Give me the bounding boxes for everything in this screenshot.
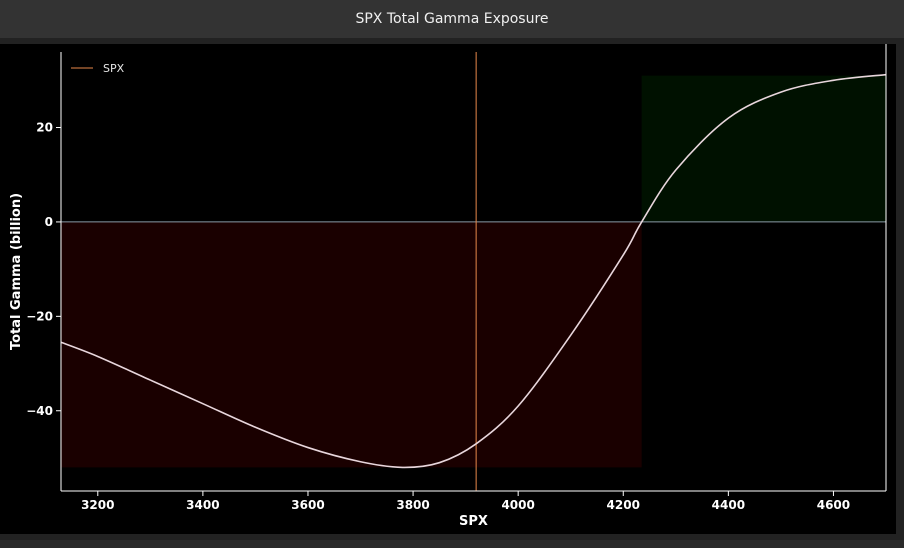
x-tick-label: 3600 — [291, 498, 324, 512]
shaded-regions — [61, 75, 886, 468]
x-tick-label: 4000 — [501, 498, 534, 512]
shaded-region-positive — [641, 75, 886, 222]
x-tick-label: 3800 — [396, 498, 429, 512]
gamma-chart: 3200 3400 3600 3800 4000 4200 4400 4600 −40 −20 0… — [9, 44, 887, 529]
x-ticks: 3200 3400 3600 3800 4000 4200 4400 4600 — [81, 491, 850, 512]
bottom-border — [0, 540, 904, 548]
y-tick-label: −20 — [26, 309, 53, 323]
x-tick-label: 3200 — [81, 498, 114, 512]
legend: SPX — [71, 62, 125, 75]
x-tick-label: 4400 — [712, 498, 745, 512]
plot-frame: 3200 3400 3600 3800 4000 4200 4400 4600 −40 −20 0… — [0, 44, 896, 534]
x-tick-label: 4200 — [607, 498, 640, 512]
y-axis-label: Total Gamma (billion) — [9, 193, 24, 350]
y-ticks: −40 −20 0 20 — [26, 121, 61, 418]
x-axis-label: SPX — [459, 514, 488, 529]
chart-window: SPX Total Gamma Exposure 3200 3400 3600 380… — [0, 0, 904, 548]
y-tick-label: 20 — [36, 121, 53, 135]
legend-label-spx: SPX — [103, 62, 125, 75]
window-titlebar: SPX Total Gamma Exposure — [0, 0, 904, 38]
x-tick-label: 3400 — [186, 498, 219, 512]
window-title: SPX Total Gamma Exposure — [355, 11, 549, 27]
y-tick-label: −40 — [26, 404, 53, 418]
x-tick-label: 4600 — [817, 498, 850, 512]
shaded-region-negative — [61, 221, 642, 468]
y-tick-label: 0 — [45, 215, 53, 229]
